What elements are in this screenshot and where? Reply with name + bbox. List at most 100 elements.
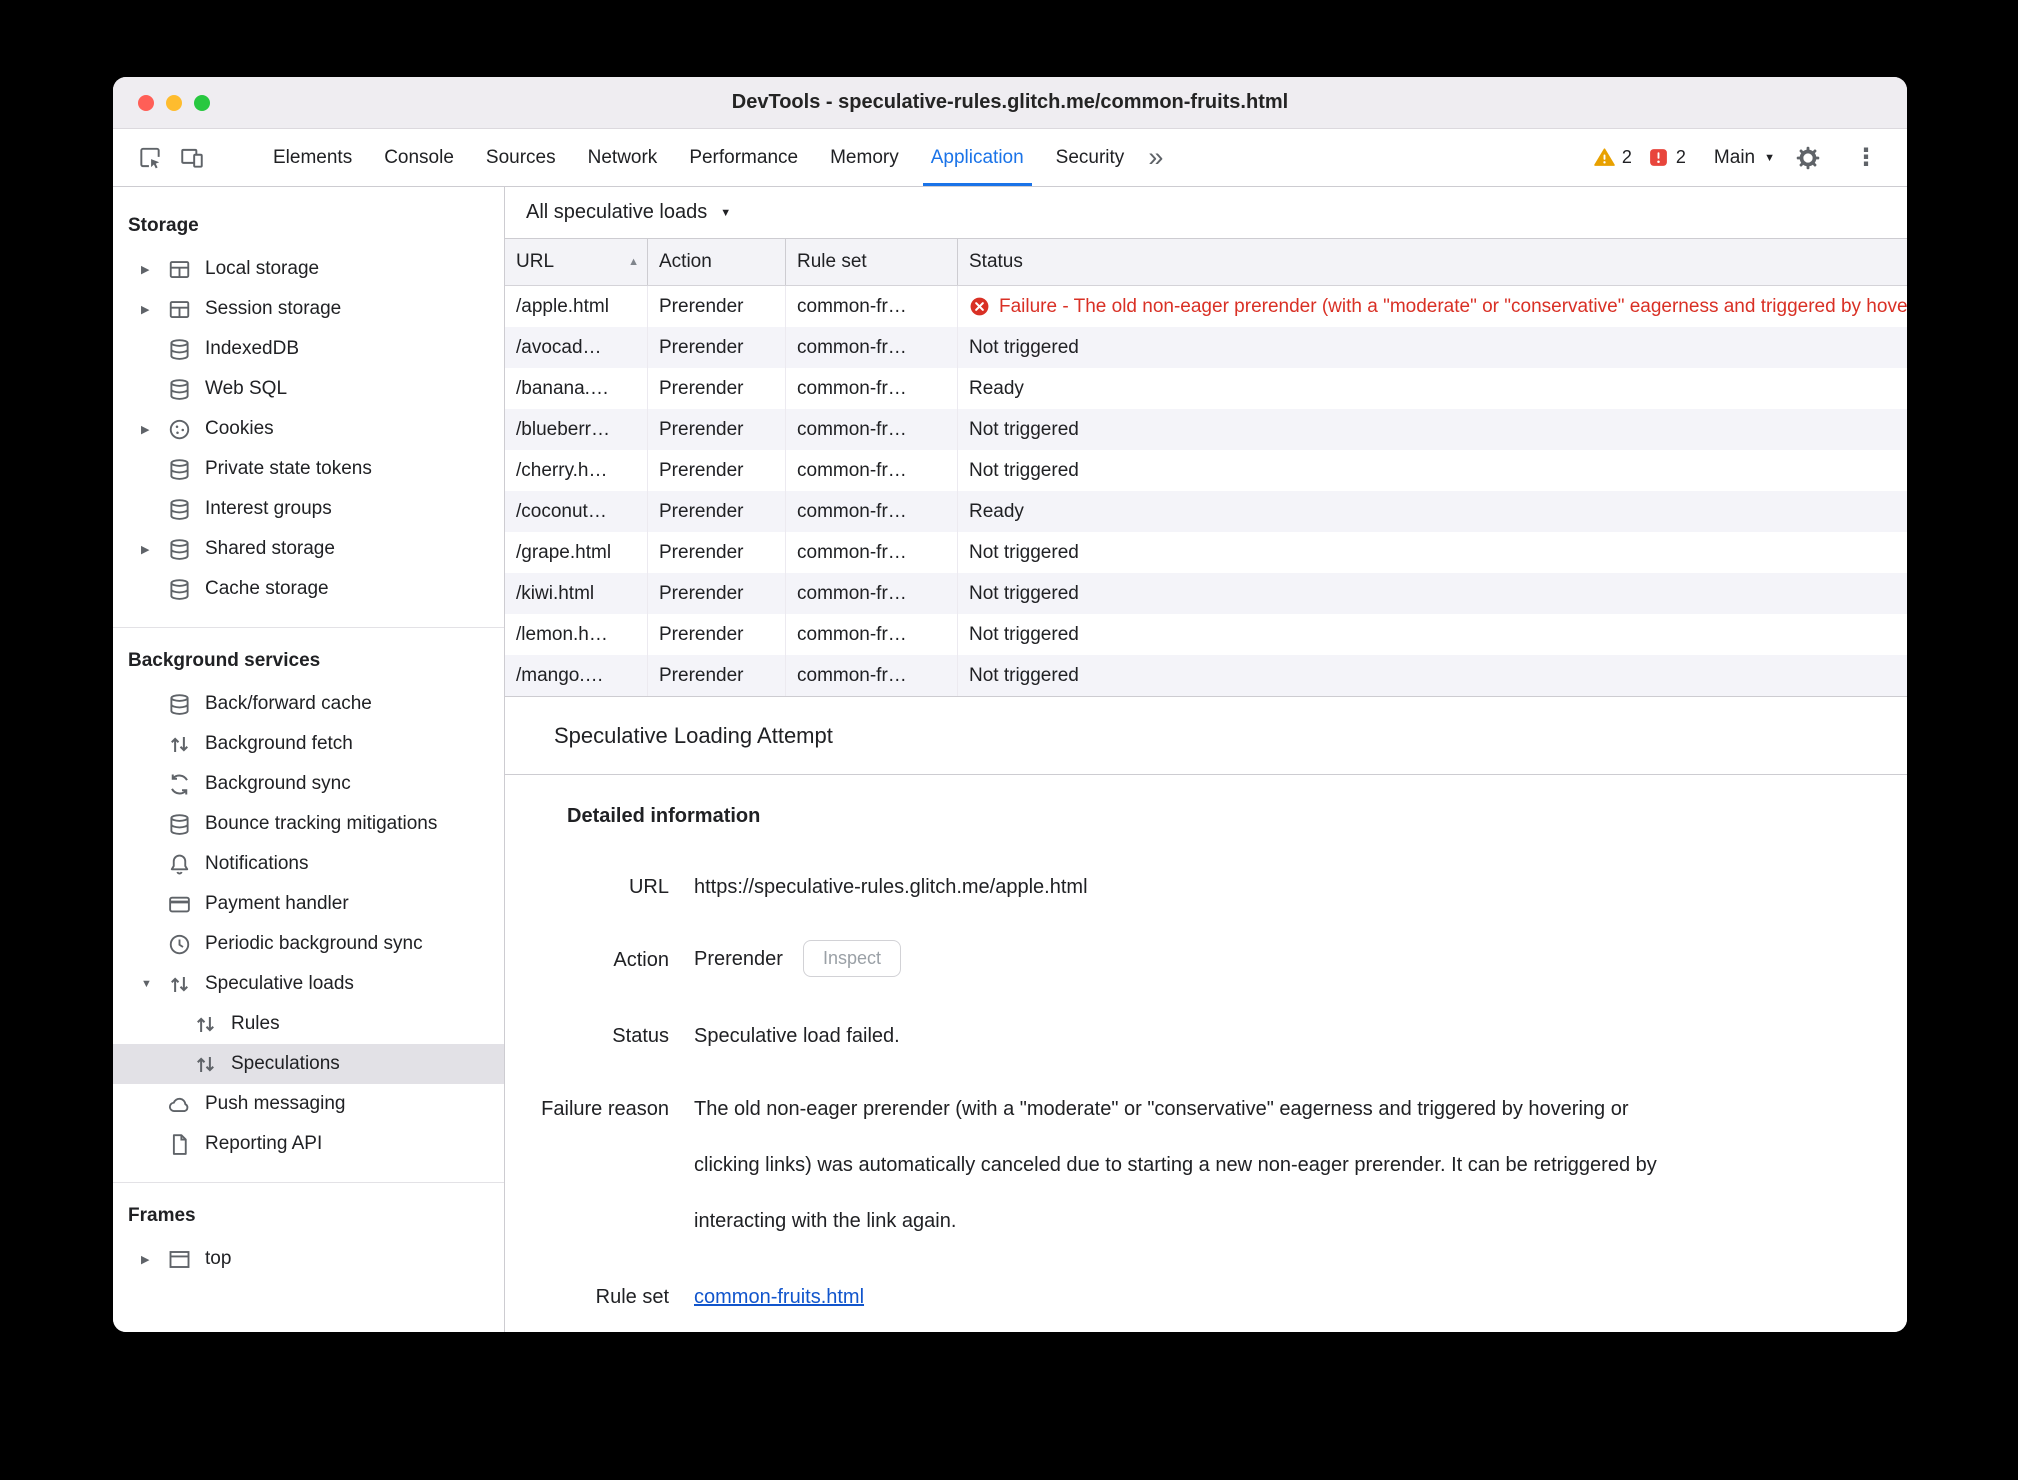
sort-ascending-icon: ▲: [628, 256, 639, 268]
tab-security[interactable]: Security: [1040, 129, 1141, 186]
table-row[interactable]: /banana.… Prerender common-fr… Ready: [505, 368, 1907, 409]
issue-count: 2: [1675, 147, 1686, 167]
zoom-window-button[interactable]: [194, 94, 210, 111]
tab-sources[interactable]: Sources: [470, 129, 572, 186]
sidebar-item-session-storage[interactable]: ▶ Session storage: [113, 289, 504, 329]
filter-bar: All speculative loads ▼: [505, 187, 1907, 239]
table-row[interactable]: /kiwi.html Prerender common-fr… Not trig…: [505, 573, 1907, 614]
sidebar-item-cache-storage[interactable]: Cache storage: [113, 569, 504, 609]
sidebar-item-speculations[interactable]: Speculations: [113, 1044, 504, 1084]
column-header-url[interactable]: URL ▲: [505, 239, 648, 285]
failure-reason-label: Failure reason: [541, 1098, 669, 1120]
action-cell: Prerender: [648, 655, 786, 696]
main-context-selector[interactable]: Main ▼: [1714, 147, 1775, 169]
failure-reason-value: The old non-eager prerender (with a "mod…: [694, 1098, 1657, 1232]
sidebar-item-frame-top[interactable]: ▶ top: [113, 1239, 504, 1279]
tab-performance[interactable]: Performance: [673, 129, 814, 186]
inspect-element-icon[interactable]: [133, 141, 167, 175]
sidebar-item-background-fetch[interactable]: Background fetch: [113, 724, 504, 764]
chevron-down-icon: ▼: [720, 206, 732, 219]
table-row[interactable]: /avocad… Prerender common-fr… Not trigge…: [505, 327, 1907, 368]
detail-row-rule-set: Rule set common-fruits.html: [505, 1283, 1907, 1311]
action-cell: Prerender: [648, 450, 786, 491]
column-header-status[interactable]: Status: [958, 239, 1907, 285]
warning-icon: [1594, 147, 1615, 168]
speculative-loads-filter-dropdown[interactable]: All speculative loads ▼: [526, 201, 731, 224]
expand-arrow-icon[interactable]: ▶: [141, 543, 167, 556]
sidebar-item-cookies[interactable]: ▶ Cookies: [113, 409, 504, 449]
action-cell: Prerender: [648, 532, 786, 573]
background-services-section: Background services Back/forward cache B…: [113, 627, 504, 1164]
transfer-arrows-icon: [167, 732, 192, 757]
window-title: DevTools - speculative-rules.glitch.me/c…: [731, 91, 1289, 113]
database-icon: [167, 692, 192, 717]
tab-network[interactable]: Network: [572, 129, 674, 186]
table-row[interactable]: /coconut… Prerender common-fr… Ready: [505, 491, 1907, 532]
action-cell: Prerender: [648, 368, 786, 409]
table-row[interactable]: /lemon.h… Prerender common-fr… Not trigg…: [505, 614, 1907, 655]
expand-arrow-icon[interactable]: ▶: [141, 263, 167, 276]
collapse-arrow-icon[interactable]: ▼: [141, 978, 167, 990]
sidebar-item-back-forward-cache[interactable]: Back/forward cache: [113, 684, 504, 724]
speculations-pane: All speculative loads ▼ URL ▲ Action Rul…: [505, 187, 1907, 1332]
application-sidebar: Storage ▶ Local storage ▶ Session storag…: [113, 187, 505, 1332]
url-cell: /cherry.h…: [505, 450, 648, 491]
tab-application[interactable]: Application: [915, 129, 1040, 186]
more-options-icon[interactable]: ⋮: [1849, 141, 1883, 175]
inspect-button[interactable]: Inspect: [802, 940, 901, 977]
expand-arrow-icon[interactable]: ▶: [141, 303, 167, 316]
expand-arrow-icon[interactable]: ▶: [141, 1253, 167, 1266]
expand-arrow-icon[interactable]: ▶: [141, 423, 167, 436]
sidebar-item-shared-storage[interactable]: ▶ Shared storage: [113, 529, 504, 569]
sidebar-item-bounce-tracking-mitigations[interactable]: Bounce tracking mitigations: [113, 804, 504, 844]
url-cell: /kiwi.html: [505, 573, 648, 614]
sidebar-item-notifications[interactable]: Notifications: [113, 844, 504, 884]
device-toolbar-icon[interactable]: [175, 141, 209, 175]
action-label: Action: [613, 949, 669, 971]
action-value: Prerender: [694, 947, 783, 970]
column-header-action[interactable]: Action: [648, 239, 786, 285]
sidebar-item-payment-handler[interactable]: Payment handler: [113, 884, 504, 924]
minimize-window-button[interactable]: [166, 94, 182, 111]
sidebar-item-reporting-api[interactable]: Reporting API: [113, 1124, 504, 1164]
sidebar-item-private-state-tokens[interactable]: Private state tokens: [113, 449, 504, 489]
table-row[interactable]: /blueberr… Prerender common-fr… Not trig…: [505, 409, 1907, 450]
status-cell: Ready: [969, 377, 1024, 399]
sidebar-item-web-sql[interactable]: Web SQL: [113, 369, 504, 409]
table-icon: [167, 257, 192, 282]
sidebar-item-local-storage[interactable]: ▶ Local storage: [113, 249, 504, 289]
sidebar-item-interest-groups[interactable]: Interest groups: [113, 489, 504, 529]
devtools-toolbar: Elements Console Sources Network Perform…: [113, 129, 1907, 187]
sidebar-item-push-messaging[interactable]: Push messaging: [113, 1084, 504, 1124]
database-icon: [167, 457, 192, 482]
close-window-button[interactable]: [138, 94, 154, 111]
table-row[interactable]: /grape.html Prerender common-fr… Not tri…: [505, 532, 1907, 573]
rule-set-cell: common-fr…: [786, 491, 958, 532]
sidebar-item-background-sync[interactable]: Background sync: [113, 764, 504, 804]
tab-memory[interactable]: Memory: [814, 129, 915, 186]
table-row[interactable]: /apple.html Prerender common-fr… Failure…: [505, 286, 1907, 327]
tab-elements[interactable]: Elements: [257, 129, 368, 186]
sidebar-item-rules[interactable]: Rules: [113, 1004, 504, 1044]
issues-icon: [1648, 147, 1669, 168]
window-controls: [138, 94, 210, 111]
table-row[interactable]: /cherry.h… Prerender common-fr… Not trig…: [505, 450, 1907, 491]
sidebar-item-speculative-loads[interactable]: ▼ Speculative loads: [113, 964, 504, 1004]
transfer-arrows-icon: [193, 1012, 218, 1037]
action-cell: Prerender: [648, 327, 786, 368]
url-cell: /banana.…: [505, 368, 648, 409]
table-icon: [167, 297, 192, 322]
status-cell: Failure - The old non-eager prerender (w…: [958, 286, 1907, 327]
table-row[interactable]: /mango.… Prerender common-fr… Not trigge…: [505, 655, 1907, 696]
warnings-badge[interactable]: 2: [1594, 147, 1632, 168]
speculations-table: /apple.html Prerender common-fr… Failure…: [505, 286, 1907, 696]
settings-gear-icon[interactable]: [1791, 141, 1825, 175]
sidebar-item-periodic-background-sync[interactable]: Periodic background sync: [113, 924, 504, 964]
tab-console[interactable]: Console: [368, 129, 470, 186]
column-header-rule-set[interactable]: Rule set: [786, 239, 958, 285]
rule-set-link[interactable]: common-fruits.html: [694, 1286, 864, 1308]
sidebar-item-indexeddb[interactable]: IndexedDB: [113, 329, 504, 369]
issues-badge[interactable]: 2: [1648, 147, 1686, 168]
more-tabs-icon[interactable]: »: [1148, 142, 1163, 173]
sync-icon: [167, 772, 192, 797]
